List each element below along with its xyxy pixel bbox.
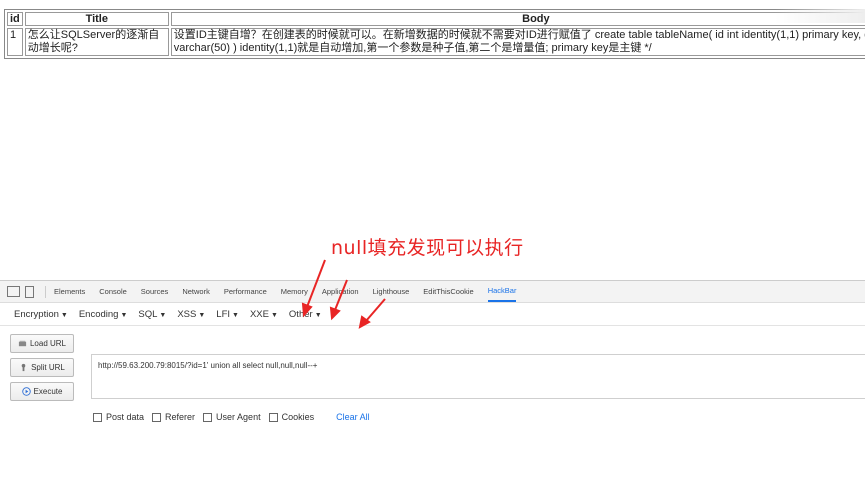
arrow-head	[301, 302, 313, 318]
divider	[45, 285, 46, 298]
load-url-button[interactable]: Load URL	[10, 334, 74, 353]
split-url-label: Split URL	[31, 363, 65, 372]
menu-label: Encryption	[14, 308, 59, 320]
results-table: id Title Body 1 怎么让SQLServer的逐渐自动增长呢? 设置…	[4, 9, 865, 59]
url-input[interactable]: http://59.63.200.79:8015/?id=1' union al…	[91, 354, 865, 399]
option-label: User Agent	[216, 412, 261, 422]
split-url-button[interactable]: Split URL	[10, 358, 74, 377]
table-row: 1 怎么让SQLServer的逐渐自动增长呢? 设置ID主键自增？在创建表的时候…	[7, 28, 865, 56]
menu-lfi[interactable]: LFI ▼	[216, 309, 239, 320]
menu-encoding[interactable]: Encoding ▼	[79, 309, 128, 320]
menu-label: XXE	[249, 308, 269, 320]
menu-label: Encoding	[78, 308, 119, 320]
post-data-checkbox[interactable]	[93, 412, 102, 422]
options-row: Post data Referer User Agent Cookies Cle…	[93, 412, 370, 422]
tab-network[interactable]: Network	[182, 281, 210, 302]
cell-body: 设置ID主键自增？在创建表的时候就可以。在新增数据的时候就不需要对ID进行赋值了…	[170, 28, 865, 56]
caret-down-icon: ▼	[120, 311, 128, 319]
option-label: Referer	[165, 412, 196, 422]
menu-sql[interactable]: SQL ▼	[138, 309, 166, 320]
arrow-line	[334, 279, 348, 311]
cookies-option[interactable]: Cookies	[268, 412, 315, 422]
cell-title: 怎么让SQLServer的逐渐自动增长呢?	[24, 28, 169, 56]
post-data-option[interactable]: Post data	[93, 412, 144, 422]
tab-console[interactable]: Console	[99, 281, 127, 302]
edge-shadow	[775, 9, 865, 23]
menu-encryption[interactable]: Encryption ▼	[14, 309, 68, 320]
tab-elements[interactable]: Elements	[54, 281, 85, 302]
menu-xss[interactable]: XSS ▼	[177, 309, 205, 320]
menu-label: XSS	[177, 308, 197, 320]
header-body: Body	[170, 12, 865, 26]
load-url-label: Load URL	[29, 339, 67, 348]
arrow-line	[365, 298, 386, 322]
menu-label: LFI	[216, 308, 231, 320]
annotation-arrows	[301, 259, 386, 329]
tab-hackbar[interactable]: HackBar	[487, 281, 517, 302]
caret-down-icon: ▼	[198, 311, 206, 319]
user-agent-option[interactable]: User Agent	[203, 412, 261, 422]
user-agent-checkbox[interactable]	[203, 412, 213, 422]
device-toolbar-icon[interactable]	[25, 285, 34, 298]
menu-xxe[interactable]: XXE ▼	[250, 309, 278, 320]
header-title: Title	[24, 12, 169, 26]
devtools-panel: Elements Console Sources Network Perform…	[0, 280, 865, 482]
tab-editthiscookie[interactable]: EditThisCookie	[423, 281, 473, 302]
cookies-checkbox[interactable]	[268, 412, 278, 422]
results-frame: id Title Body 1 怎么让SQLServer的逐渐自动增长呢? 设置…	[4, 9, 865, 69]
header-id: id	[7, 12, 23, 26]
caret-down-icon: ▼	[159, 311, 167, 319]
inspect-element-icon[interactable]	[7, 286, 20, 297]
clear-all-link[interactable]: Clear All	[336, 412, 370, 422]
tab-performance[interactable]: Performance	[224, 281, 267, 302]
referer-option[interactable]: Referer	[152, 412, 195, 422]
arrow-line	[306, 259, 326, 308]
table-header-row: id Title Body	[7, 12, 865, 26]
option-label: Cookies	[281, 412, 315, 422]
play-icon	[21, 387, 31, 396]
menu-label: SQL	[138, 308, 158, 320]
option-label: Post data	[106, 412, 145, 422]
caret-down-icon: ▼	[232, 311, 239, 319]
execute-button[interactable]: Execute	[10, 382, 74, 401]
load-icon	[18, 340, 27, 347]
devtools-tab-bar: Elements Console Sources Network Perform…	[0, 281, 865, 303]
arrow-head	[329, 306, 341, 321]
tab-sources[interactable]: Sources	[141, 281, 169, 302]
split-icon	[21, 363, 26, 372]
execute-label: Execute	[33, 387, 63, 396]
caret-down-icon: ▼	[270, 311, 278, 319]
referer-checkbox[interactable]	[152, 412, 162, 422]
caret-down-icon: ▼	[60, 311, 68, 319]
hackbar-menu-bar: Encryption ▼ Encoding ▼ SQL ▼ XSS ▼ LFI ▼ XXE…	[0, 303, 865, 326]
cell-id: 1	[7, 28, 23, 56]
